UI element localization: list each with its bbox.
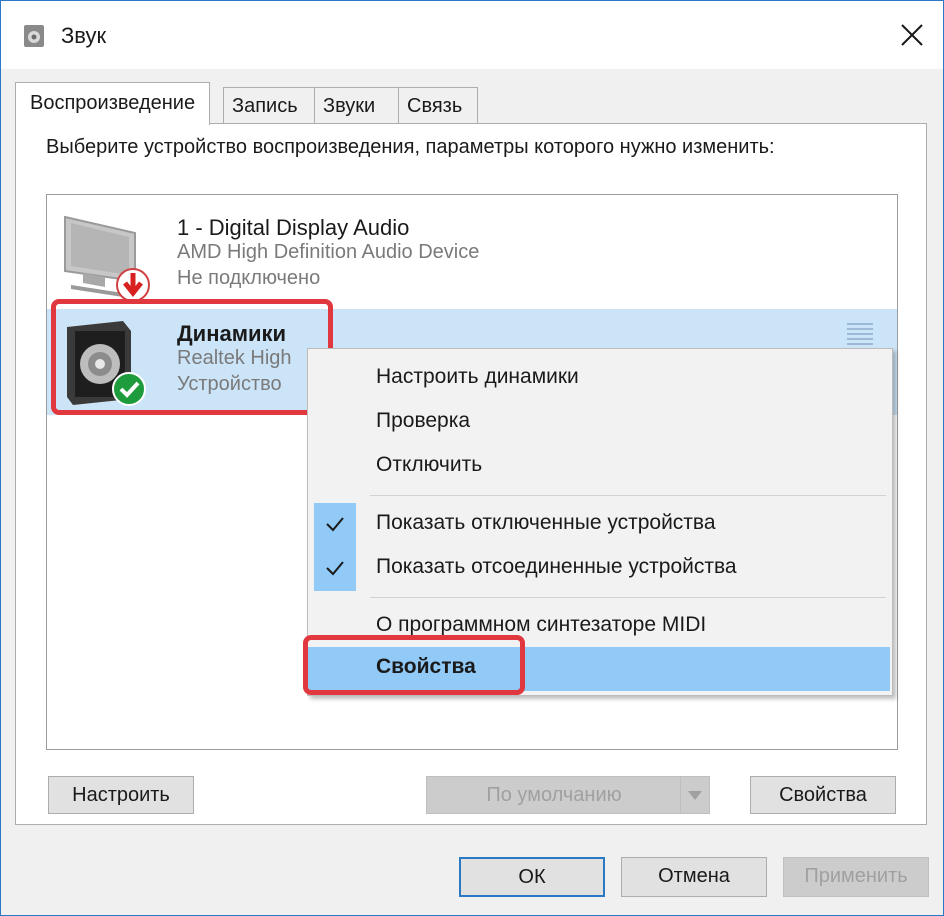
device-item-digital-display-audio[interactable]: 1 - Digital Display Audio AMD High Defin…	[47, 203, 897, 309]
speaker-icon	[24, 25, 44, 47]
highlight-speakers-device	[51, 299, 333, 415]
menu-item-show-disconnected-devices[interactable]: Показать отсоединенные устройства	[308, 547, 890, 591]
properties-button[interactable]: Свойства	[750, 776, 896, 814]
menu-item-configure-speakers[interactable]: Настроить динамики	[308, 357, 890, 401]
configure-button[interactable]: Настроить	[48, 776, 194, 814]
menu-item-show-disabled-devices[interactable]: Показать отключенные устройства	[308, 503, 890, 547]
check-indicator	[314, 503, 356, 547]
device-name: 1 - Digital Display Audio	[177, 215, 410, 240]
checkmark-icon	[326, 561, 344, 576]
window-title: Звук	[61, 23, 107, 48]
menu-separator	[370, 597, 886, 598]
device-driver: AMD High Definition Audio Device	[177, 241, 480, 263]
tab-sounds[interactable]: Звуки	[314, 87, 399, 123]
device-status: Не подключено	[177, 267, 321, 289]
checkmark-icon	[326, 517, 344, 532]
tab-recording[interactable]: Запись	[223, 87, 315, 123]
close-icon	[901, 24, 923, 46]
menu-item-disable[interactable]: Отключить	[308, 445, 890, 489]
title-bar[interactable]: Звук	[1, 1, 943, 69]
ok-button[interactable]: ОК	[459, 857, 605, 897]
instruction-text: Выберите устройство воспроизведения, пар…	[46, 136, 775, 158]
monitor-icon	[64, 215, 150, 302]
highlight-properties-menu-item	[303, 635, 525, 695]
cancel-button[interactable]: Отмена	[621, 857, 767, 897]
close-button[interactable]	[881, 1, 943, 69]
chevron-down-icon	[688, 791, 702, 800]
set-default-split-button[interactable]: По умолчанию	[426, 776, 710, 814]
menu-separator	[370, 495, 886, 496]
set-default-label: По умолчанию	[486, 784, 622, 806]
menu-item-test[interactable]: Проверка	[308, 401, 890, 445]
tab-communications[interactable]: Связь	[398, 87, 478, 123]
check-indicator	[314, 547, 356, 591]
apply-button[interactable]: Применить	[783, 857, 929, 897]
sound-dialog: Звук Воспроизведение Запись Звуки Связь …	[0, 0, 944, 916]
set-default-dropdown[interactable]	[680, 777, 709, 813]
tab-playback[interactable]: Воспроизведение	[15, 82, 211, 125]
